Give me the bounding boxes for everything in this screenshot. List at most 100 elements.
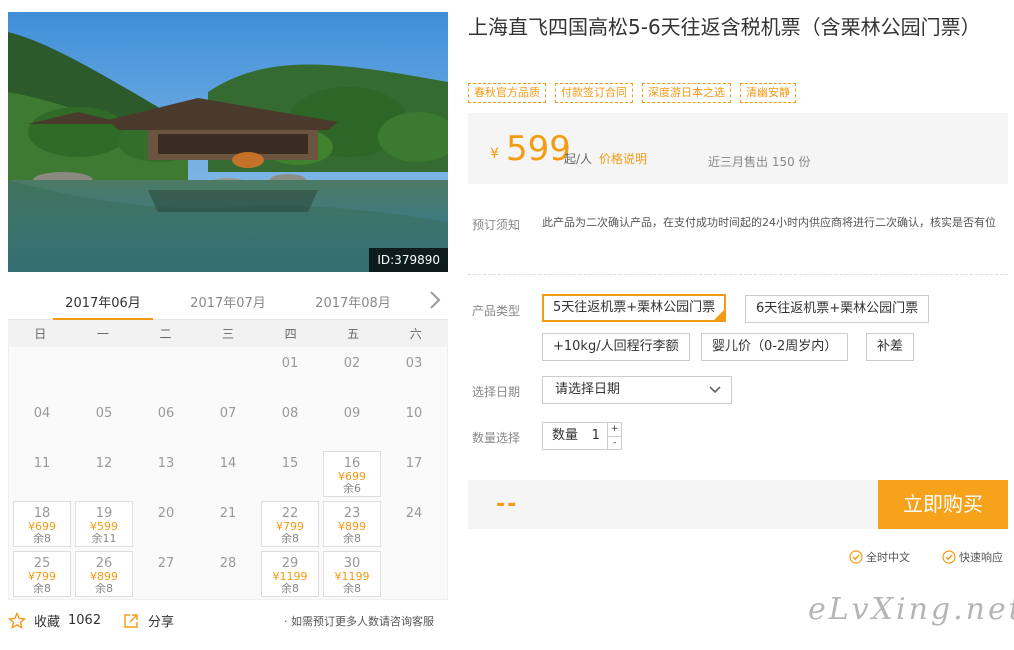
option-infant-price[interactable]: 婴儿价（0-2周岁内） [701,333,849,361]
calendar-day-available[interactable]: 16 ¥699 余6 [323,451,381,497]
feature-tag: 深度游日本之选 [642,83,731,103]
calendar-day-available[interactable]: 30 ¥1199 余8 [323,551,381,597]
calendar-day-available[interactable]: 25 ¥799 余8 [13,551,71,597]
product-title: 上海直飞四国高松5-6天往返含税机票（含栗林公园门票） [468,15,981,39]
calendar-day: 02 [323,351,381,397]
site-watermark: eLvXing.net [808,592,1014,627]
option-6day-ticket[interactable]: 6天往返机票+栗林公园门票 [745,295,930,323]
option-price-difference[interactable]: 补差 [866,333,915,361]
share-button[interactable]: 分享 [122,611,174,630]
calendar-day-available[interactable]: 18 ¥699 余8 [13,501,71,547]
star-icon [8,611,26,629]
calendar-day: 15 [261,451,319,497]
day-number: 15 [281,456,299,471]
quantity-decrease-button[interactable]: - [608,435,621,450]
feature-tags: 春秋官方品质 付款签订合同 深度游日本之选 清幽安静 [468,83,796,103]
price-explanation-link[interactable]: 价格说明 [599,150,647,167]
guarantee-chinese-service: 全时中文 [849,549,910,565]
calendar-day: 09 [323,401,381,447]
chevron-down-icon [709,386,721,394]
weekday-label: 一 [96,327,109,341]
calendar-day: 05 [75,401,133,447]
total-price: -- [496,492,519,517]
buy-now-button[interactable]: 立即购买 [878,480,1008,529]
calendar-day: 27 [137,551,195,597]
calendar-day-available[interactable]: 23 ¥899 余8 [323,501,381,547]
day-number: 26 [95,556,113,571]
day-remaining: 余8 [281,582,299,595]
tab-month-2017-07[interactable]: 2017年07月 [178,292,278,311]
day-number: 21 [219,506,237,521]
day-remaining: 余11 [91,532,117,545]
day-number: 17 [405,456,423,471]
quantity-increase-button[interactable]: + [608,423,621,436]
garden-pond-image [8,12,448,272]
total-price-bar: -- [468,480,878,529]
quantity-input[interactable]: 1 [584,423,607,449]
price-calendar: 日 一 二 三 四 五 六 01 02 03 04 05 06 07 08 09 10 11 12 13… [8,320,448,600]
day-number: 05 [95,406,113,421]
calendar-day: 24 [385,501,443,547]
date-select-value: 请选择日期 [555,382,621,397]
guarantee-label: 全时中文 [866,551,910,564]
calendar-month-tabs: 2017年06月 2017年07月 2017年08月 [8,284,448,321]
price-box: ¥ 599 起/人 价格说明 近三月售出 150 份 [468,113,1008,184]
currency-symbol: ¥ [490,146,499,162]
day-number: 20 [157,506,175,521]
favorite-count: 1062 [68,613,102,628]
check-circle-icon [849,550,863,564]
share-label: 分享 [148,615,175,630]
day-number: 24 [405,506,423,521]
feature-tag: 春秋官方品质 [468,83,546,103]
favorite-button[interactable]: 收藏 1062 [8,611,101,630]
calendar-day: 08 [261,401,319,447]
booking-notice-text: 此产品为二次确认产品，在支付成功时间起的24小时内供应商将进行二次确认，核实是否… [542,216,996,229]
day-number: 01 [281,356,299,371]
check-circle-icon [942,550,956,564]
chevron-right-icon[interactable] [425,288,445,312]
weekday-header: 日 一 二 三 四 五 六 [9,321,447,347]
calendar-day: 28 [199,551,257,597]
date-select[interactable]: 请选择日期 [542,376,732,404]
day-number: 19 [95,506,113,521]
calendar-day-available[interactable]: 29 ¥1199 余8 [261,551,319,597]
day-remaining: 余6 [343,482,361,495]
day-number: 18 [33,506,51,521]
day-number: 22 [281,506,299,521]
weekday-label: 二 [159,327,172,341]
day-number: 30 [343,556,361,571]
date-select-label: 选择日期 [472,385,521,399]
option-extra-luggage[interactable]: +10kg/人回程行李额 [542,333,690,361]
calendar-day: 07 [199,401,257,447]
calendar-day: 17 [385,451,443,497]
day-number: 09 [343,406,361,421]
booking-notice-label: 预订须知 [472,218,521,232]
share-icon [124,613,138,628]
calendar-day-available[interactable]: 26 ¥899 余8 [75,551,133,597]
day-number: 10 [405,406,423,421]
tab-month-2017-06[interactable]: 2017年06月 [53,292,153,321]
calendar-day: 10 [385,401,443,447]
feature-tag: 清幽安静 [740,83,796,103]
calendar-day: 20 [137,501,195,547]
weekday-label: 六 [409,327,422,341]
quantity-label: 数量选择 [472,431,521,445]
sales-count: 近三月售出 150 份 [708,155,811,169]
photo-id-badge: ID:379890 [369,248,448,272]
day-number: 03 [405,356,423,371]
tab-month-2017-08[interactable]: 2017年08月 [303,292,403,311]
calendar-day: 04 [13,401,71,447]
calendar-day-available[interactable]: 19 ¥599 余11 [75,501,133,547]
calendar-day: 11 [13,451,71,497]
calendar-day: 21 [199,501,257,547]
calendar-day: 14 [199,451,257,497]
day-number: 07 [219,406,237,421]
calendar-day-available[interactable]: 22 ¥799 余8 [261,501,319,547]
weekday-label: 三 [222,327,235,341]
calendar-day: 12 [75,451,133,497]
day-number: 11 [33,456,51,471]
price-value: 599 [506,129,571,169]
option-5day-ticket[interactable]: 5天往返机票+栗林公园门票 [542,294,727,322]
guarantee-quick-response: 快速响应 [942,549,1003,565]
day-number: 25 [33,556,51,571]
